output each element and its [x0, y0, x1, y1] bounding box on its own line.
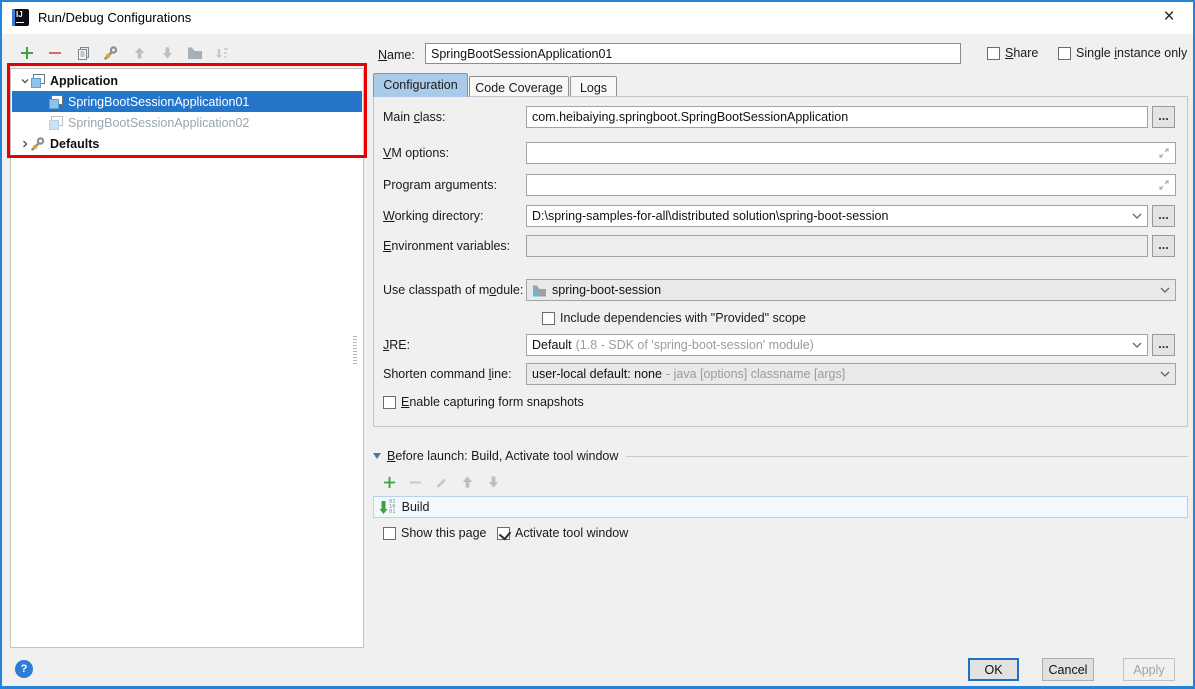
tab-code-coverage[interactable]: Code Coverage [469, 76, 569, 97]
new-folder-icon[interactable] [186, 44, 204, 62]
run-debug-configurations-dialog: IJ Run/Debug Configurations × Applicatio… [0, 0, 1195, 689]
cancel-button[interactable]: Cancel [1042, 658, 1094, 681]
module-combo[interactable]: spring-boot-session [526, 279, 1176, 301]
jre-browse-button[interactable]: ... [1152, 334, 1175, 356]
before-launch-item-build[interactable]: 01 10 01 Build [373, 496, 1188, 518]
name-input[interactable] [425, 43, 961, 64]
program-arguments-label: Program arguments: [383, 178, 497, 192]
application-icon [48, 94, 64, 110]
environment-variables-field[interactable] [526, 235, 1148, 257]
main-class-field[interactable] [526, 106, 1148, 128]
title-bar: IJ Run/Debug Configurations × [2, 2, 1193, 34]
include-provided-checkbox[interactable]: Include dependencies with "Provided" sco… [542, 311, 806, 325]
jre-label: JRE: [383, 338, 410, 352]
tree-item-defaults[interactable]: Defaults [12, 133, 362, 154]
splitter-grip[interactable] [353, 336, 357, 364]
expand-icon[interactable] [1158, 179, 1170, 191]
environment-variables-label: Environment variables: [383, 239, 510, 253]
vm-options-label: VM options: [383, 146, 449, 160]
move-up-icon[interactable] [130, 44, 148, 62]
expand-icon[interactable] [1158, 147, 1170, 159]
move-down-icon[interactable] [158, 44, 176, 62]
activate-tool-window-checkbox[interactable]: Activate tool window [497, 526, 628, 540]
copy-icon[interactable] [74, 44, 92, 62]
share-checkbox[interactable]: Share [987, 46, 1038, 60]
single-instance-checkbox[interactable]: Single instance only [1058, 46, 1187, 60]
add-icon[interactable] [18, 44, 36, 62]
show-this-page-checkbox[interactable]: Show this page [383, 526, 486, 540]
vm-options-field[interactable] [526, 142, 1176, 164]
application-icon [30, 73, 46, 89]
tab-configuration[interactable]: Configuration [373, 73, 468, 97]
jre-combo[interactable]: Default (1.8 - SDK of 'spring-boot-sessi… [526, 334, 1148, 356]
edit-defaults-wrench-icon[interactable] [102, 44, 120, 62]
tab-logs[interactable]: Logs [570, 76, 617, 97]
wrench-icon [30, 136, 46, 152]
remove-icon[interactable] [46, 44, 64, 62]
window-title: Run/Debug Configurations [38, 2, 191, 34]
close-icon[interactable]: × [1155, 4, 1183, 32]
main-class-browse-button[interactable]: ... [1152, 106, 1175, 128]
before-launch-header[interactable]: Before launch: Build, Activate tool wind… [373, 449, 1188, 463]
intellij-logo-icon: IJ [12, 9, 29, 26]
configurations-tree: Application SpringBootSessionApplication… [10, 68, 364, 648]
before-launch-add-icon[interactable] [380, 473, 398, 491]
apply-button[interactable]: Apply [1123, 658, 1175, 681]
program-arguments-field[interactable] [526, 174, 1176, 196]
chevron-down-icon [20, 76, 30, 86]
enable-snapshots-checkbox[interactable]: Enable capturing form snapshots [383, 395, 584, 409]
shorten-command-line-combo[interactable]: user-local default: none - java [options… [526, 363, 1176, 385]
chevron-down-icon[interactable] [1132, 213, 1142, 219]
tree-item-config-01[interactable]: SpringBootSessionApplication01 [12, 91, 362, 112]
before-launch-title: Before launch: Build, Activate tool wind… [387, 449, 618, 463]
build-icon: 01 10 01 [379, 500, 396, 515]
chevron-down-icon[interactable] [1160, 371, 1170, 377]
collapse-triangle-icon[interactable] [373, 453, 381, 459]
edit-pencil-icon[interactable] [432, 473, 450, 491]
build-item-label: Build [402, 500, 430, 514]
sort-icon[interactable] [212, 44, 230, 62]
tree-item-application[interactable]: Application [12, 70, 362, 91]
before-launch-move-up-icon[interactable] [458, 473, 476, 491]
module-icon [532, 284, 547, 297]
ok-button[interactable]: OK [968, 658, 1019, 681]
name-label: Name: [378, 48, 415, 62]
application-icon [48, 115, 64, 131]
chevron-down-icon[interactable] [1132, 342, 1142, 348]
chevron-down-icon[interactable] [1160, 287, 1170, 293]
main-class-label: Main class: [383, 110, 446, 124]
help-button[interactable]: ? [15, 660, 33, 678]
shorten-command-line-label: Shorten command line: [383, 367, 512, 381]
module-label: Use classpath of module: [383, 283, 523, 297]
before-launch-remove-icon[interactable] [406, 473, 424, 491]
working-directory-browse-button[interactable]: ... [1152, 205, 1175, 227]
chevron-right-icon [20, 139, 30, 149]
working-directory-label: Working directory: [383, 209, 484, 223]
environment-variables-browse-button[interactable]: ... [1152, 235, 1175, 257]
before-launch-move-down-icon[interactable] [484, 473, 502, 491]
working-directory-combo[interactable] [526, 205, 1148, 227]
tree-item-config-02[interactable]: SpringBootSessionApplication02 [12, 112, 362, 133]
